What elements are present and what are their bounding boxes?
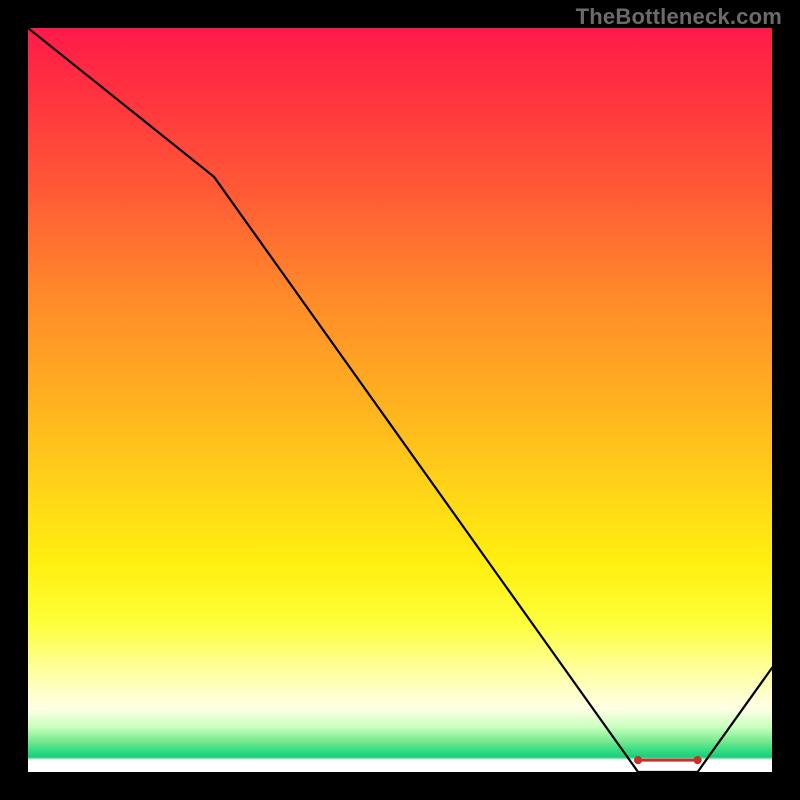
plot-area bbox=[28, 28, 772, 772]
bottleneck-curve bbox=[28, 28, 772, 772]
chart-frame: TheBottleneck.com bbox=[0, 0, 800, 800]
watermark-text: TheBottleneck.com bbox=[576, 4, 782, 30]
optimal-range-end-dot bbox=[694, 756, 702, 764]
chart-svg bbox=[28, 28, 772, 772]
optimal-range-start-dot bbox=[634, 756, 642, 764]
